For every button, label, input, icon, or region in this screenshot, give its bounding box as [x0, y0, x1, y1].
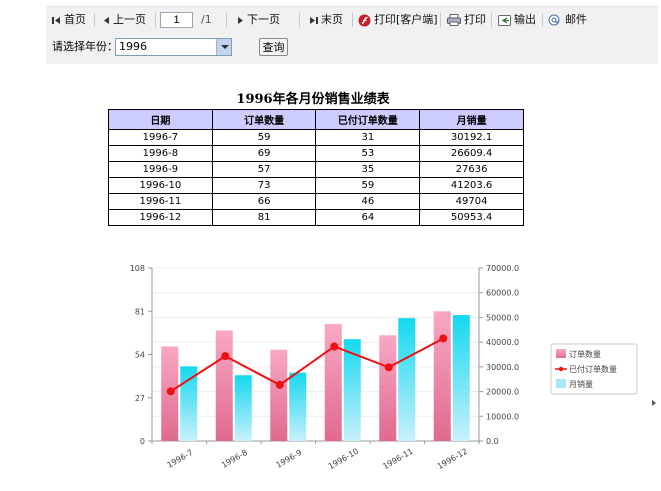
legend-swatch-paid-orders-point — [558, 366, 564, 372]
bar-monthly-sales — [452, 315, 470, 441]
legend-label: 订单数量 — [569, 349, 601, 359]
bar-monthly-sales — [343, 339, 361, 441]
bar-order-count — [215, 330, 233, 441]
line-point-paid-orders — [384, 363, 393, 372]
bar-order-count — [433, 311, 451, 441]
right-axis-tick-label: 0.0 — [486, 437, 499, 446]
right-axis-tick-label: 10000.0 — [486, 412, 519, 421]
left-axis-tick-label: 0 — [140, 437, 145, 446]
line-point-paid-orders — [166, 387, 175, 396]
line-point-paid-orders — [275, 380, 284, 389]
legend-swatch-monthly-sales — [556, 379, 566, 388]
bar-order-count — [379, 335, 397, 441]
left-axis-tick-label: 27 — [135, 394, 145, 403]
bar-monthly-sales — [180, 366, 198, 441]
x-axis-tick-label: 1996-7 — [165, 448, 194, 470]
x-axis-tick-label: 1996-9 — [274, 448, 303, 470]
left-axis-tick-label: 54 — [135, 351, 145, 360]
plot-area — [151, 267, 480, 442]
right-axis-tick-label: 30000.0 — [486, 363, 519, 372]
line-point-paid-orders — [330, 342, 339, 351]
right-axis-tick-label: 60000.0 — [486, 289, 519, 298]
right-axis-tick-label: 70000.0 — [486, 264, 519, 273]
bar-monthly-sales — [398, 318, 416, 441]
bar-monthly-sales — [289, 372, 307, 441]
x-axis-tick-label: 1996-10 — [327, 447, 360, 472]
line-point-paid-orders — [439, 334, 448, 343]
sales-chart: 0 27 54 81 108 0.0 10000.0 20000.0 30000.0 40000.… — [130, 264, 638, 472]
bar-monthly-sales — [234, 375, 252, 441]
x-axis-tick-label: 1996-11 — [381, 447, 414, 472]
left-axis-tick-label: 81 — [135, 307, 145, 316]
right-axis-tick-label: 50000.0 — [486, 313, 519, 322]
x-axis-tick-label: 1996-12 — [436, 447, 469, 472]
right-axis-tick-label: 40000.0 — [486, 338, 519, 347]
legend-label: 已付订单数量 — [569, 364, 617, 374]
bar-order-count — [270, 349, 288, 441]
left-axis-tick-label: 108 — [130, 264, 145, 273]
legend-label: 月销量 — [569, 379, 593, 389]
x-axis-tick-label: 1996-8 — [220, 448, 249, 470]
bar-order-count — [324, 324, 342, 441]
scroll-arrow-icon — [652, 400, 656, 406]
line-point-paid-orders — [221, 352, 230, 361]
right-axis-tick-label: 20000.0 — [486, 388, 519, 397]
legend-swatch-order-count — [556, 349, 566, 358]
